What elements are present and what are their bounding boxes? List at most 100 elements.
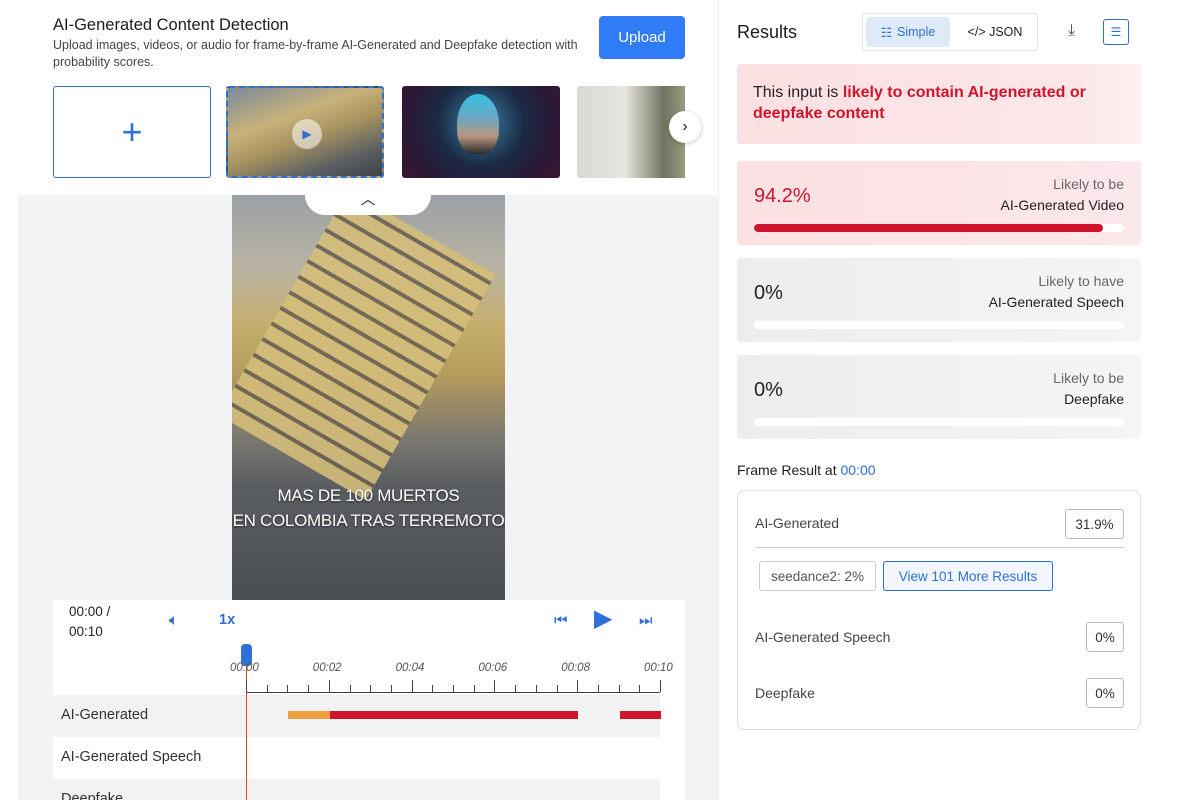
chevron-up-icon[interactable]: ︿ (305, 181, 431, 215)
result-percent: 0% (754, 282, 783, 304)
timeline-row-label: Deepfake (61, 791, 124, 800)
timeline-minor-tick (473, 685, 475, 692)
timeline-axis (246, 692, 660, 693)
detection-pane: AI-Generated Content Detection Upload im… (0, 0, 718, 800)
verdict-banner: This input is likely to contain AI-gener… (737, 64, 1141, 144)
timeline-tick-label: 00:02 (312, 662, 342, 674)
result-label-top: Likely to have (1038, 273, 1124, 289)
timeline-major-tick (660, 680, 661, 692)
video-player[interactable]: MAS DE 100 MUERTOS EN COLOMBIA TRAS TERR… (232, 195, 505, 600)
frame-speech-label: AI-Generated Speech (755, 629, 891, 645)
timeline-tick-label: 00:06 (478, 662, 508, 674)
player-controls: 00:00 / 00:10 🔈︎ 1x ⏮︎ ▶ ⏭︎ (53, 600, 685, 642)
timeline-minor-tick (390, 685, 392, 692)
detection-timeline[interactable]: AI-Generated AI-Generated Speech Deepfak… (53, 642, 685, 800)
timeline-tick-label: 00:00 (230, 662, 259, 674)
page-title: AI-Generated Content Detection (53, 16, 289, 34)
timeline-row-label: AI-Generated (61, 707, 149, 723)
result-label-bottom: Deepfake (1064, 391, 1124, 407)
result-label-bottom: AI-Generated Video (1000, 197, 1125, 213)
model-chip[interactable]: seedance2: 2% (759, 561, 876, 591)
timeline-major-tick (328, 680, 330, 692)
result-percent: 94.2% (754, 185, 811, 207)
timeline-minor-tick (287, 685, 289, 692)
timeline-minor-tick (266, 685, 268, 692)
timeline-segment[interactable] (288, 711, 330, 719)
play-icon[interactable]: ▶ (594, 607, 612, 631)
results-title: Results (737, 22, 798, 42)
video-frame-building (232, 195, 496, 501)
timeline-row-label: AI-Generated Speech (61, 749, 202, 765)
divider (755, 547, 1125, 548)
view-more-results-button[interactable]: View 101 More Results (883, 561, 1053, 591)
timeline-minor-tick (432, 685, 434, 692)
play-icon: ▶ (292, 119, 322, 149)
result-card-video: 94.2% Likely to be AI-Generated Video (737, 161, 1141, 245)
list-view-icon[interactable]: ☰ (1103, 19, 1129, 45)
timeline-minor-tick (556, 685, 558, 692)
result-percent: 0% (754, 379, 783, 401)
timeline-tick-label: 00:04 (395, 662, 425, 674)
timeline-major-tick (411, 680, 413, 692)
timeline-minor-tick (453, 685, 454, 692)
timeline-tick-label: 00:10 (644, 662, 673, 674)
result-label-bottom: AI-Generated Speech (988, 294, 1124, 310)
tab-simple[interactable]: ☷ Simple (866, 17, 950, 47)
list-icon: ☷ (880, 25, 892, 40)
video-caption: MAS DE 100 MUERTOS EN COLOMBIA TRAS TERR… (232, 483, 505, 533)
result-progress-fill (754, 224, 1103, 232)
timeline-minor-tick (370, 685, 372, 692)
time-total: 00:10 (69, 624, 103, 639)
timeline-major-tick (494, 680, 496, 692)
frame-deepfake-value: 0% (1086, 678, 1124, 708)
view-toggle: ☷ Simple </> JSON (862, 13, 1038, 51)
download-icon[interactable]: ⤓ (1068, 22, 1075, 40)
frame-result-title: Frame Result at 00:00 (737, 462, 876, 478)
result-progress (754, 418, 1124, 426)
timeline-minor-tick (535, 685, 537, 692)
timeline-segment[interactable] (329, 711, 579, 719)
skip-back-icon[interactable]: ⏮︎ (554, 612, 568, 629)
chevron-right-icon[interactable]: › (669, 111, 701, 143)
verdict-prefix: This input is (753, 84, 843, 101)
frame-ai-label: AI-Generated (755, 515, 840, 531)
result-label-top: Likely to be (1053, 370, 1124, 386)
result-progress (754, 321, 1124, 329)
thumbnail-strip: + ▶ (53, 86, 685, 179)
result-card-deepfake: 0% Likely to be Deepfake (737, 355, 1141, 439)
upload-button[interactable]: Upload (599, 16, 685, 59)
result-label-top: Likely to be (1053, 176, 1124, 192)
time-current: 00:00 / (69, 604, 111, 619)
timeline-minor-tick (308, 685, 310, 692)
timeline-minor-tick (639, 685, 641, 692)
add-media-tile[interactable]: + (53, 86, 211, 178)
timeline-row: Deepfake (53, 779, 660, 800)
timeline-minor-tick (618, 685, 620, 692)
thumbnail-cyber-portrait[interactable] (402, 86, 560, 178)
page-description: Upload images, videos, or audio for fram… (53, 38, 578, 69)
frame-result-label: Frame Result at (737, 462, 841, 478)
timeline-segment[interactable] (619, 711, 661, 719)
timeline-row: AI-Generated Speech (53, 737, 660, 779)
tab-simple-label: Simple (897, 25, 936, 39)
timeline-major-tick (577, 680, 579, 692)
plus-icon: + (121, 111, 143, 152)
speed-button[interactable]: 1x (219, 612, 235, 628)
timeline-minor-tick (349, 685, 351, 692)
thumbnail-video-collapse[interactable]: ▶ (226, 86, 384, 178)
frame-result-time[interactable]: 00:00 (840, 462, 875, 478)
volume-icon[interactable]: 🔈︎ (169, 612, 179, 630)
frame-deepfake-label: Deepfake (755, 685, 815, 701)
results-pane: Results ☷ Simple </> JSON ⤓ ☰ This input… (718, 0, 1200, 800)
frame-ai-value: 31.9% (1065, 509, 1124, 539)
result-card-speech: 0% Likely to have AI-Generated Speech (737, 258, 1141, 342)
timeline-tick-label: 00:08 (561, 662, 590, 674)
result-progress (754, 224, 1124, 232)
thumbnail-interior[interactable] (577, 86, 685, 178)
portrait-figure (457, 94, 499, 154)
timeline-major-tick (246, 680, 247, 692)
tab-json[interactable]: </> JSON (955, 17, 1035, 47)
skip-forward-icon[interactable]: ⏭︎ (639, 612, 653, 629)
frame-result-box: AI-Generated 31.9% seedance2: 2% View 10… (737, 490, 1141, 730)
video-caption-line2: EN COLOMBIA TRAS TERREMOTO (232, 511, 505, 530)
